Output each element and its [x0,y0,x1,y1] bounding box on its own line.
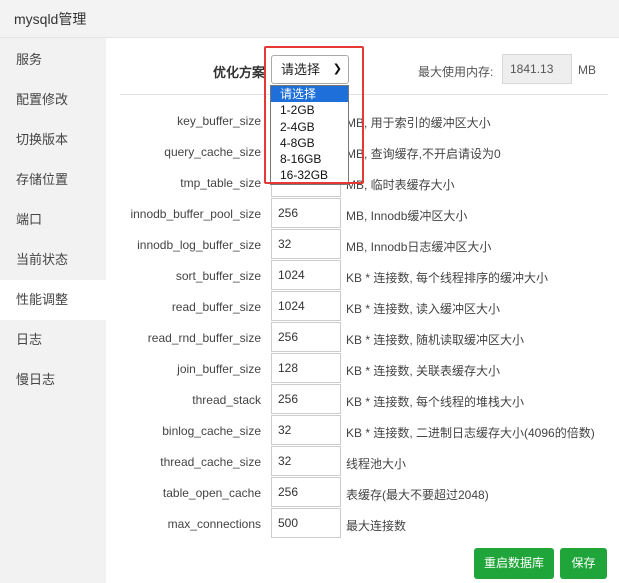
sidebar-item-status[interactable]: 当前状态 [0,240,106,280]
highlight-box [264,46,364,184]
param-label: join_buffer_size [177,362,261,376]
optimization-label: 优化方案 [213,65,266,80]
param-desc: KB * 连接数, 读入缓冲区大小 [346,302,501,316]
param-desc: 表缓存(最大不要超过2048) [346,488,489,502]
title-bar: mysqld管理 [0,0,619,38]
param-label: read_rnd_buffer_size [147,331,261,345]
param-label: binlog_cache_size [162,424,261,438]
param-label: innodb_log_buffer_size [137,238,261,252]
param-label: innodb_buffer_pool_size [130,207,261,221]
sidebar-item-port[interactable]: 端口 [0,200,106,240]
param-label: thread_stack [192,393,261,407]
param-input[interactable]: 500 [271,508,341,538]
param-label: tmp_table_size [180,176,261,190]
sidebar-item-slow-log[interactable]: 慢日志 [0,360,106,400]
param-input[interactable]: 256 [271,477,341,507]
param-label: read_buffer_size [171,300,261,314]
sidebar-item-log[interactable]: 日志 [0,320,106,360]
divider [120,94,608,95]
param-input[interactable]: 128 [271,353,341,383]
param-desc: MB, 查询缓存,不开启请设为0 [346,147,501,161]
param-label: key_buffer_size [177,114,261,128]
param-input[interactable]: 32 [271,415,341,445]
param-input[interactable]: 1024 [271,260,341,290]
sidebar-item-service[interactable]: 服务 [0,40,106,80]
param-label: table_open_cache [162,486,261,500]
param-desc: KB * 连接数, 关联表缓存大小 [346,364,501,378]
window-title: mysqld管理 [14,11,87,27]
param-desc: MB, Innodb日志缓冲区大小 [346,240,492,254]
param-desc: KB * 连接数, 每个线程的堆栈大小 [346,395,525,409]
param-input[interactable]: 32 [271,229,341,259]
sidebar: 服务 配置修改 切换版本 存储位置 端口 当前状态 性能调整 日志 慢日志 [0,38,106,583]
sidebar-item-storage[interactable]: 存储位置 [0,160,106,200]
max-memory-label: 最大使用内存: [418,65,494,79]
param-input[interactable]: 32 [271,446,341,476]
param-desc: KB * 连接数, 随机读取缓冲区大小 [346,333,525,347]
param-label: thread_cache_size [160,455,261,469]
param-desc: MB, 用于索引的缓冲区大小 [346,116,491,130]
restart-database-button[interactable]: 重启数据库 [474,548,554,579]
param-input[interactable]: 256 [271,198,341,228]
param-desc: KB * 连接数, 每个线程排序的缓冲大小 [346,271,549,285]
save-button[interactable]: 保存 [560,548,607,579]
sidebar-item-performance[interactable]: 性能调整 [0,280,106,320]
param-label: max_connections [167,517,261,531]
param-desc: 线程池大小 [346,457,407,471]
param-label: sort_buffer_size [175,269,261,283]
max-memory-unit: MB [578,63,596,77]
param-input[interactable]: 1024 [271,291,341,321]
param-input[interactable]: 256 [271,384,341,414]
param-label: query_cache_size [164,145,261,159]
sidebar-item-version[interactable]: 切换版本 [0,120,106,160]
param-input[interactable]: 256 [271,322,341,352]
sidebar-item-config[interactable]: 配置修改 [0,80,106,120]
param-desc: 最大连接数 [346,519,407,533]
param-desc: KB * 连接数, 二进制日志缓存大小(4096的倍数) [346,426,595,440]
max-memory-field: 1841.13 [502,54,572,84]
param-desc: MB, Innodb缓冲区大小 [346,209,468,223]
